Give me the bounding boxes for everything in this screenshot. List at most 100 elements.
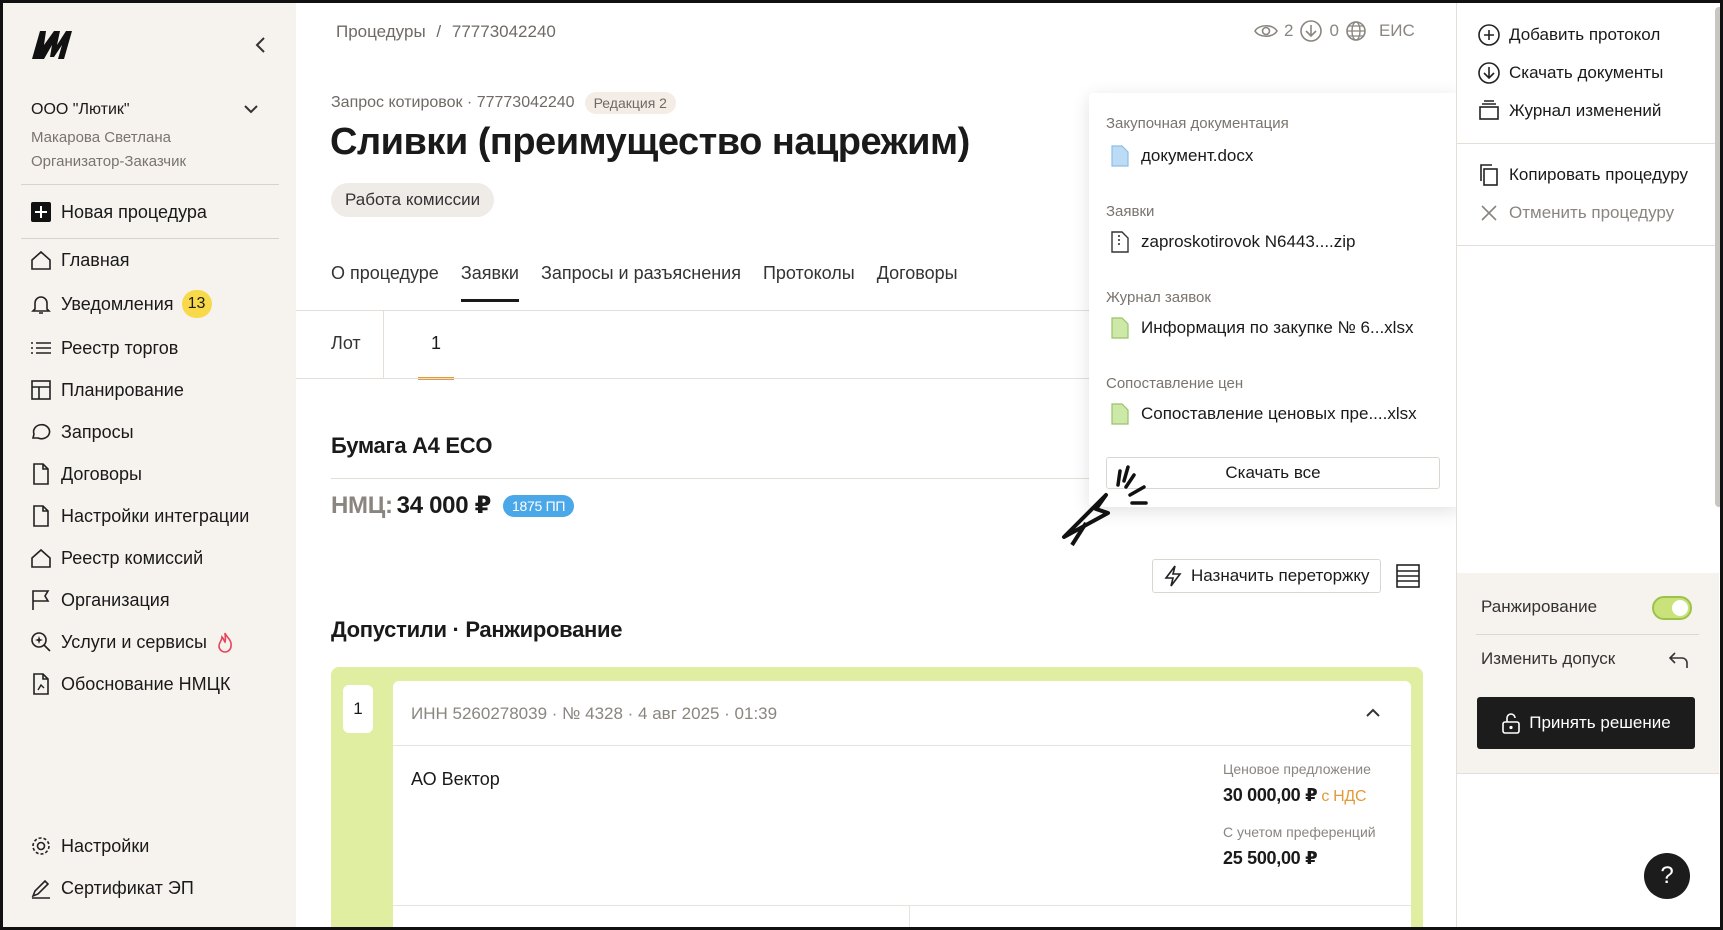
supplier-name: АО Вектор bbox=[411, 769, 500, 789]
archive-icon bbox=[1479, 100, 1499, 120]
organization-info[interactable]: ООО "Лютик" Макарова Светлана Организато… bbox=[31, 101, 186, 171]
xlsx-file-icon bbox=[1111, 403, 1129, 425]
pp-badge: 1875 ПП bbox=[503, 494, 575, 517]
app-window: ООО "Лютик" Макарова Светлана Организато… bbox=[0, 0, 1723, 930]
copy-procedure-button[interactable]: Копировать процедуру bbox=[1477, 163, 1688, 187]
procedure-type-number: Запрос котировок · 77773042240 bbox=[331, 94, 575, 111]
tab-protocols[interactable]: Протоколы bbox=[763, 263, 855, 302]
sidebar-item-organization[interactable]: Организация bbox=[29, 587, 170, 613]
divider bbox=[21, 184, 279, 185]
lot-selector: Лот 1 bbox=[296, 311, 1086, 380]
undo-arrow-icon[interactable] bbox=[1667, 649, 1689, 671]
add-protocol-button[interactable]: Добавить протокол bbox=[1477, 23, 1660, 47]
app-logo[interactable] bbox=[30, 27, 74, 61]
make-decision-label: Принять решение bbox=[1529, 713, 1671, 732]
breadcrumb-separator: / bbox=[436, 22, 442, 41]
download-documents-button[interactable]: Скачать документы bbox=[1477, 61, 1663, 85]
sidebar-item-planning[interactable]: Планирование bbox=[29, 377, 184, 403]
file-name: документ.docx bbox=[1141, 146, 1254, 165]
fire-icon bbox=[215, 631, 235, 653]
layout-icon bbox=[29, 378, 53, 402]
breadcrumb-root-link[interactable]: Процедуры bbox=[336, 22, 426, 41]
sidebar-item-trade-registry[interactable]: Реестр торгов bbox=[29, 335, 178, 361]
application-header: ИНН 5260278039 · № 4328 · 4 авг 2025 · 0… bbox=[411, 704, 778, 723]
tab-applications[interactable]: Заявки bbox=[460, 263, 520, 302]
sidebar: ООО "Лютик" Макарова Светлана Организато… bbox=[3, 3, 296, 927]
sidebar-item-nmck[interactable]: Обоснование НМЦК bbox=[29, 671, 230, 697]
user-role: Организатор-Заказчик bbox=[31, 153, 187, 170]
plus-square-icon bbox=[29, 200, 53, 224]
sidebar-item-requests[interactable]: Запросы bbox=[29, 419, 134, 445]
breadcrumb-current: 77773042240 bbox=[451, 22, 556, 41]
document-icon bbox=[29, 504, 53, 528]
status-badge: Работа комиссии bbox=[331, 183, 495, 217]
bell-icon bbox=[29, 292, 53, 316]
download-all-button[interactable]: Скачать все bbox=[1106, 457, 1440, 489]
lot-tab-1[interactable]: 1 bbox=[418, 333, 454, 380]
cancel-procedure-button[interactable]: Отменить процедуру bbox=[1477, 201, 1674, 225]
action-label: Журнал изменений bbox=[1509, 101, 1662, 120]
scrollbar[interactable] bbox=[1715, 7, 1720, 507]
action-label: Скачать документы bbox=[1509, 63, 1664, 82]
sidebar-item-label: Реестр торгов bbox=[61, 337, 179, 358]
tab-contracts[interactable]: Договоры bbox=[877, 263, 958, 302]
file-zip[interactable]: zaproskotirovok N6443....zip bbox=[1111, 231, 1356, 253]
sidebar-item-label: Обоснование НМЦК bbox=[61, 673, 231, 694]
eis-link[interactable]: ЕИС bbox=[1379, 21, 1415, 41]
sidebar-item-label: Главная bbox=[61, 249, 130, 270]
file-name: Информация по закупке № 6...xlsx bbox=[1141, 318, 1414, 337]
close-icon bbox=[1481, 205, 1497, 221]
sidebar-item-label: Услуги и сервисы bbox=[61, 631, 207, 652]
action-label: Добавить протокол bbox=[1509, 25, 1661, 44]
collapse-sidebar-icon[interactable] bbox=[249, 33, 273, 57]
sidebar-item-label: Договоры bbox=[61, 463, 142, 484]
sidebar-item-notifications[interactable]: Уведомления 13 bbox=[29, 290, 212, 318]
sidebar-item-settings[interactable]: Настройки bbox=[29, 833, 149, 859]
globe-icon bbox=[1346, 21, 1366, 41]
file-xlsx-journal[interactable]: Информация по закупке № 6...xlsx bbox=[1111, 317, 1413, 339]
group-title: Журнал заявок bbox=[1106, 289, 1211, 306]
divider bbox=[393, 745, 1411, 746]
vat-label: с НДС bbox=[1321, 788, 1367, 805]
file-xlsx-prices[interactable]: Сопоставление ценовых пре....xlsx bbox=[1111, 403, 1417, 425]
sidebar-item-commissions[interactable]: Реестр комиссий bbox=[29, 545, 203, 571]
group-title: Сопоставление цен bbox=[1106, 375, 1244, 392]
make-decision-button[interactable]: Принять решение bbox=[1477, 697, 1695, 749]
new-procedure-label: Новая процедура bbox=[61, 201, 207, 222]
sidebar-item-contracts[interactable]: Договоры bbox=[29, 461, 142, 487]
new-procedure-button[interactable]: Новая процедура bbox=[29, 199, 207, 225]
sidebar-item-label: Уведомления bbox=[61, 293, 174, 314]
rank-number: 1 bbox=[343, 685, 373, 733]
sidebar-item-home[interactable]: Главная bbox=[29, 247, 130, 273]
divider bbox=[1457, 143, 1719, 144]
sidebar-item-services[interactable]: Услуги и сервисы bbox=[29, 629, 235, 655]
change-log-button[interactable]: Журнал изменений bbox=[1477, 99, 1661, 123]
ranking-toggle[interactable] bbox=[1652, 596, 1692, 620]
copy-icon bbox=[1480, 164, 1498, 186]
change-admission-link[interactable]: Изменить допуск bbox=[1481, 649, 1615, 669]
group-title: Закупочная документация bbox=[1106, 115, 1289, 132]
file-name: Сопоставление ценовых пре....xlsx bbox=[1141, 404, 1417, 423]
sidebar-item-label: Реестр комиссий bbox=[61, 547, 204, 568]
home-icon bbox=[29, 546, 53, 570]
nmc-value: 34 000 ₽ bbox=[396, 492, 492, 519]
sidebar-item-certificate[interactable]: Сертификат ЭП bbox=[29, 875, 194, 901]
xlsx-file-icon bbox=[1111, 317, 1129, 339]
ranking-label: Ранжирование bbox=[1481, 597, 1598, 616]
sidebar-item-label: Организация bbox=[61, 589, 170, 610]
tab-about[interactable]: О процедуре bbox=[331, 263, 439, 302]
home-icon bbox=[29, 248, 53, 272]
table-view-icon[interactable] bbox=[1395, 563, 1421, 589]
file-docx[interactable]: документ.docx bbox=[1111, 145, 1253, 167]
tab-requests[interactable]: Запросы и разъяснения bbox=[541, 263, 741, 302]
user-name: Макарова Светлана bbox=[31, 129, 171, 146]
application-card-wrapper: 1 ИНН 5260278039 · № 4328 · 4 авг 2025 ·… bbox=[331, 667, 1423, 927]
help-button[interactable]: ? bbox=[1644, 853, 1690, 899]
chevron-up-icon[interactable] bbox=[1363, 703, 1383, 723]
sidebar-item-integration-settings[interactable]: Настройки интеграции bbox=[29, 503, 249, 529]
retender-button[interactable]: Назначить переторжку bbox=[1152, 559, 1381, 593]
section-title: Допустили · Ранжирование bbox=[331, 617, 623, 642]
chevron-down-icon[interactable] bbox=[241, 99, 261, 119]
divider bbox=[1476, 634, 1699, 635]
retender-label: Назначить переторжку bbox=[1191, 566, 1370, 585]
